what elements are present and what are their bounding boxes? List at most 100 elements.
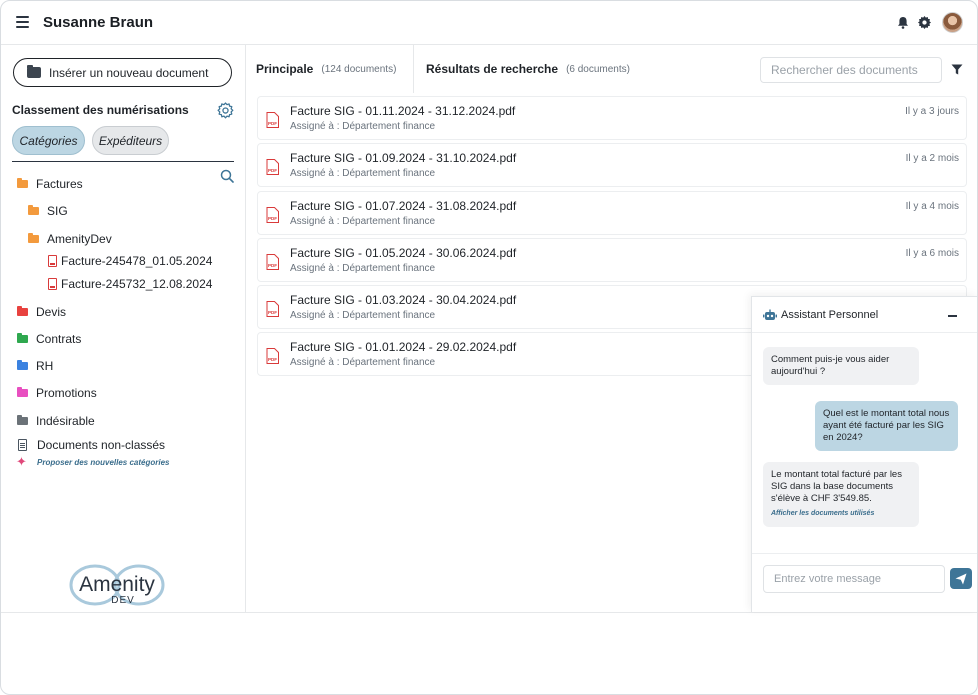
document-title: Facture SIG - 01.03.2024 - 30.04.2024.pd… <box>290 293 517 307</box>
minimize-icon[interactable] <box>948 315 957 317</box>
robot-icon <box>763 309 777 320</box>
hamburger-menu-icon[interactable] <box>16 16 29 28</box>
sidebar-divider <box>12 161 234 162</box>
category-label: Documents non-classés <box>37 438 166 452</box>
chat-header: Assistant Personnel <box>752 297 977 333</box>
send-icon <box>955 573 967 584</box>
pdf-file-icon <box>48 255 57 267</box>
document-assignee: Assigné à : Département finance <box>290 310 436 321</box>
document-icon <box>18 439 27 451</box>
category-non-classes[interactable]: Documents non-classés <box>18 437 165 453</box>
propose-categories-link[interactable]: ✦ Proposer des nouvelles catégories <box>16 455 170 469</box>
show-used-documents-link[interactable]: Afficher les documents utilisés <box>771 508 911 520</box>
document-row[interactable]: PDF Facture SIG - 01.11.2024 - 31.12.202… <box>257 96 967 140</box>
logo-text-bottom: DEV <box>111 595 135 606</box>
assistant-chat-panel: Assistant Personnel Comment puis-je vous… <box>751 296 977 612</box>
classification-title: Classement des numérisations <box>12 103 189 117</box>
category-contrats[interactable]: Contrats <box>17 331 81 347</box>
category-label: SIG <box>47 204 68 218</box>
folder-icon <box>17 333 28 343</box>
top-bar: Susanne Braun <box>1 1 977 45</box>
document-title: Facture SIG - 01.05.2024 - 30.06.2024.pd… <box>290 246 517 260</box>
document-row[interactable]: PDF Facture SIG - 01.09.2024 - 31.10.202… <box>257 143 967 187</box>
svg-text:PDF: PDF <box>268 168 277 173</box>
document-title: Facture SIG - 01.01.2024 - 29.02.2024.pd… <box>290 340 517 354</box>
bot-message: Comment puis-je vous aider aujourd'hui ? <box>763 347 919 385</box>
category-label: Devis <box>36 305 67 319</box>
svg-text:PDF: PDF <box>268 216 277 221</box>
document-assignee: Assigné à : Département finance <box>290 357 436 368</box>
tab-label: Principale <box>256 62 314 76</box>
chat-divider <box>752 553 977 554</box>
folder-icon <box>28 233 39 243</box>
tab-senders-chip[interactable]: Expéditeurs <box>92 126 169 155</box>
document-row[interactable]: PDF Facture SIG - 01.05.2024 - 30.06.202… <box>257 238 967 282</box>
category-label: AmenityDev <box>47 232 112 246</box>
svg-text:PDF: PDF <box>268 357 277 362</box>
pdf-file-icon: PDF <box>266 159 279 175</box>
pdf-file-icon: PDF <box>266 301 279 317</box>
folder-icon <box>17 178 28 188</box>
tab-label: Résultats de recherche <box>426 62 559 76</box>
category-rh[interactable]: RH <box>17 358 53 374</box>
document-title: Facture SIG - 01.11.2024 - 31.12.2024.pd… <box>290 104 516 118</box>
send-message-button[interactable] <box>950 568 972 589</box>
tab-count: (124 documents) <box>321 63 397 75</box>
search-icon[interactable] <box>220 169 234 183</box>
tab-count: (6 documents) <box>566 63 630 75</box>
category-label: Contrats <box>36 332 82 346</box>
document-time: Il y a 4 mois <box>905 201 959 212</box>
category-factures[interactable]: Factures <box>17 176 83 192</box>
document-assignee: Assigné à : Département finance <box>290 121 436 132</box>
document-assignee: Assigné à : Département finance <box>290 216 436 227</box>
app-window: Susanne Braun Insérer un nouveau documen… <box>0 0 978 695</box>
file-label: Facture-245732_12.08.2024 <box>61 277 213 291</box>
category-label: RH <box>36 359 54 373</box>
pdf-file-icon <box>48 278 57 290</box>
category-label: Indésirable <box>36 414 95 428</box>
chat-message-input[interactable] <box>763 565 945 593</box>
tab-categories-chip[interactable]: Catégories <box>12 126 85 155</box>
user-name: Susanne Braun <box>43 14 154 31</box>
file-facture-245478[interactable]: Facture-245478_01.05.2024 <box>48 253 212 269</box>
filter-icon[interactable] <box>951 64 963 75</box>
tab-principale[interactable]: Principale (124 documents) <box>246 45 414 93</box>
file-facture-245732[interactable]: Facture-245732_12.08.2024 <box>48 276 212 292</box>
file-label: Facture-245478_01.05.2024 <box>61 254 213 268</box>
user-avatar[interactable] <box>942 12 963 33</box>
bot-message: Le montant total facturé par les SIG dan… <box>763 462 919 527</box>
settings-gear-icon[interactable] <box>918 16 931 29</box>
chat-title: Assistant Personnel <box>781 309 879 321</box>
user-message: Quel est le montant total nous ayant été… <box>815 401 958 451</box>
svg-text:PDF: PDF <box>268 310 277 315</box>
logo-text-top: Amenity <box>79 573 155 596</box>
category-label: Factures <box>36 177 83 191</box>
category-amenitydev[interactable]: AmenityDev <box>28 231 112 247</box>
folder-icon <box>28 205 39 215</box>
category-label: Promotions <box>36 386 97 400</box>
document-row[interactable]: PDF Facture SIG - 01.07.2024 - 31.08.202… <box>257 191 967 235</box>
folder-icon <box>17 387 28 397</box>
pdf-file-icon: PDF <box>266 112 279 128</box>
tab-search-results[interactable]: Résultats de recherche (6 documents) <box>426 45 646 93</box>
document-search-input[interactable] <box>760 57 942 83</box>
bot-answer-text: Le montant total facturé par les SIG dan… <box>771 469 902 504</box>
sparkle-icon: ✦ <box>16 454 27 469</box>
document-tabs: Principale (124 documents) Résultats de … <box>246 45 977 93</box>
bell-icon[interactable] <box>897 16 909 29</box>
document-time: Il y a 6 mois <box>905 248 959 259</box>
document-assignee: Assigné à : Département finance <box>290 263 436 274</box>
classification-settings-gear-icon[interactable] <box>217 102 234 119</box>
bottom-divider <box>1 612 977 613</box>
pdf-file-icon: PDF <box>266 348 279 364</box>
propose-label: Proposer des nouvelles catégories <box>37 457 170 467</box>
document-time: Il y a 3 jours <box>905 106 959 117</box>
insert-document-button[interactable]: Insérer un nouveau document <box>13 58 232 87</box>
folder-icon <box>17 360 28 370</box>
category-indesirable[interactable]: Indésirable <box>17 413 95 429</box>
category-devis[interactable]: Devis <box>17 304 66 320</box>
category-sig[interactable]: SIG <box>28 203 68 219</box>
category-promotions[interactable]: Promotions <box>17 385 97 401</box>
pdf-file-icon: PDF <box>266 254 279 270</box>
document-assignee: Assigné à : Département finance <box>290 168 436 179</box>
